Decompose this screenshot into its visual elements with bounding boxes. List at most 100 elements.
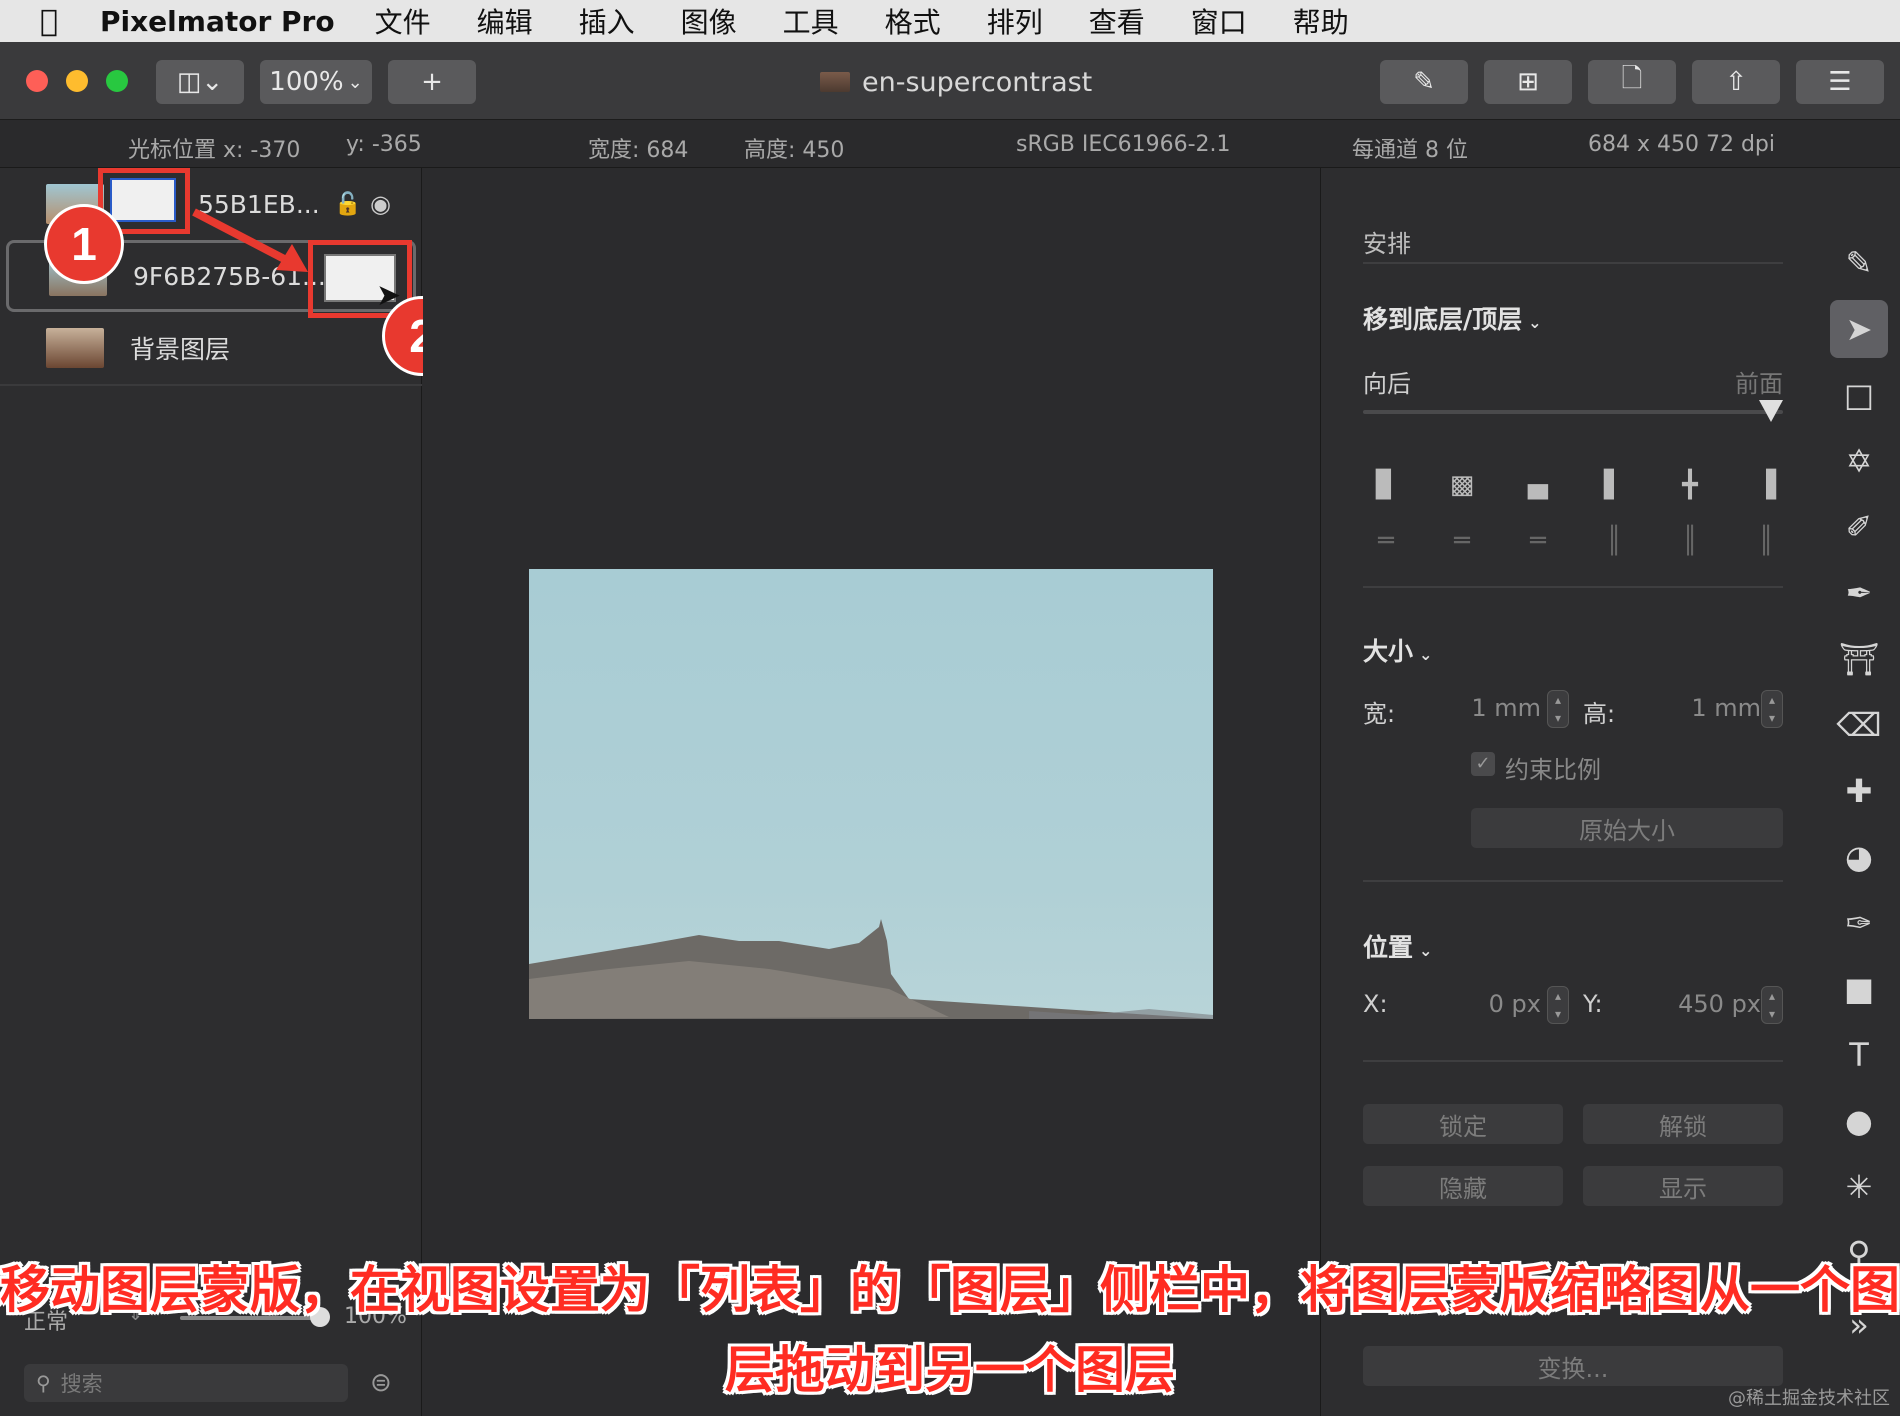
unlock-button[interactable]: 解锁 [1583,1104,1783,1144]
erase-tool[interactable]: ⌫ [1830,696,1888,754]
menu-help[interactable]: 帮助 [1293,1,1349,41]
width-stepper[interactable]: ▴ ▾ [1547,690,1569,728]
style-tool[interactable]: ✎ [1830,234,1888,292]
caption-line-1: 移动图层蒙版，在视图设置为「列表」的「图层」侧栏中，将图层蒙版缩略图从一个图 [0,1261,1900,1319]
distribute-left-icon[interactable]: ║ [1599,526,1629,556]
order-knob[interactable] [1759,400,1783,422]
y-field[interactable]: 450 px [1641,990,1761,1018]
unlock-icon[interactable]: 🔓 [334,192,361,217]
eye-icon[interactable]: ◉ [370,190,391,218]
height-field[interactable]: 1 mm [1651,694,1761,722]
arrange-tool[interactable]: ➤ [1830,300,1888,358]
paint-tool[interactable]: ✒ [1830,564,1888,622]
menu-format[interactable]: 格式 [885,1,941,41]
distribute-middle-icon[interactable]: ═ [1447,526,1477,556]
size-section-toggle[interactable]: 大小 ⌄ [1363,632,1432,668]
menu-image[interactable]: 图像 [681,1,737,41]
menu-app-name[interactable]: Pixelmator Pro [100,5,335,38]
distribute-top-icon[interactable]: ═ [1371,526,1401,556]
crop-icon: ⊞ [1517,67,1539,97]
width-readout: 宽度: 684 [588,138,689,163]
type-tool[interactable]: T [1830,1026,1888,1084]
color-adjust-tool[interactable]: ● [1830,1092,1888,1150]
plus-icon: + [421,67,443,97]
square-icon: ■ [1843,970,1875,1008]
move-to-label: 移到底层/顶层 [1363,305,1523,334]
height-stepper[interactable]: ▴ ▾ [1761,690,1783,728]
x-stepper[interactable]: ▴ ▾ [1547,986,1569,1024]
x-field[interactable]: 0 px [1441,990,1541,1018]
height-label: 高: [1583,700,1616,728]
minimize-window-button[interactable] [66,70,88,92]
hide-button[interactable]: 隐藏 [1363,1166,1563,1206]
document-thumbnail [820,72,850,92]
move-to-dropdown[interactable]: 移到底层/顶层 ⌄ [1363,300,1542,336]
adjust-button[interactable]: ☰ [1796,60,1884,104]
forward-label: 前面 [1735,370,1783,398]
layers-sidebar: 55B1EB... 🔓 ◉ 9F6B275B-61... 背景图层 ➤ 1 2 … [0,168,462,1416]
crop-button[interactable]: ⊞ [1484,60,1572,104]
position-section-toggle[interactable]: 位置 ⌄ [1363,928,1432,964]
shape-tool[interactable]: ■ [1830,960,1888,1018]
bandage-icon: ✚ [1845,772,1873,810]
menu-edit[interactable]: 编辑 [477,1,533,41]
lasso-tool[interactable]: ✡ [1830,432,1888,490]
chevron-down-icon: ⌄ [1419,941,1433,960]
mountain-graphic [529,919,1213,1019]
effects-tool[interactable]: ✳ [1830,1158,1888,1216]
align-right-icon[interactable]: ▐ [1751,470,1781,500]
align-bottom-icon[interactable]: ▄ [1523,470,1553,500]
apple-menu-icon[interactable]:  [40,4,100,39]
constrain-label: 约束比例 [1505,756,1601,784]
menu-file[interactable]: 文件 [375,1,431,41]
y-label: Y: [1583,990,1603,1018]
zoom-dropdown[interactable]: 100% ⌄ [260,60,372,104]
position-label: 位置 [1363,933,1414,962]
pointer-icon: ➤ [1845,310,1873,348]
layer-order-slider[interactable] [1363,400,1783,422]
share-button[interactable]: ⇧ [1692,60,1780,104]
menu-arrange[interactable]: 排列 [987,1,1043,41]
width-field[interactable]: 1 mm [1441,694,1541,722]
constrain-checkbox[interactable]: ✓ [1471,752,1495,776]
sidebar-icon: ◫⌄ [176,67,224,97]
distribute-bottom-icon[interactable]: ═ [1523,526,1553,556]
menu-window[interactable]: 窗口 [1191,1,1247,41]
pen-tool[interactable]: ✑ [1830,894,1888,952]
paint-tool-icon: ✎ [1845,244,1873,282]
y-stepper[interactable]: ▴ ▾ [1761,986,1783,1024]
layer-thumbnail [46,328,104,368]
distribute-center-icon[interactable]: ║ [1675,526,1705,556]
fill-tool[interactable]: ⛩ [1830,630,1888,688]
color-picker-tool[interactable]: ✐ [1830,498,1888,556]
document-button[interactable]: 🗋 [1588,60,1676,104]
distort-tool[interactable]: ◕ [1830,828,1888,886]
menu-view[interactable]: 查看 [1089,1,1145,41]
menu-tools[interactable]: 工具 [783,1,839,41]
zoom-window-button[interactable] [106,70,128,92]
align-middle-icon[interactable]: ▩ [1447,470,1477,500]
width-label: 宽: [1363,700,1396,728]
document-icon: 🗋 [1621,64,1643,94]
lock-button[interactable]: 锁定 [1363,1104,1563,1144]
distort-icon: ◕ [1845,838,1873,876]
document-title: en-supercontrast [820,64,1092,100]
align-left-icon[interactable]: ▌ [1599,470,1629,500]
distribute-right-icon[interactable]: ║ [1751,526,1781,556]
close-window-button[interactable] [26,70,48,92]
menu-insert[interactable]: 插入 [579,1,635,41]
retouch-tool[interactable]: ✚ [1830,762,1888,820]
add-button[interactable]: + [388,60,476,104]
layer-mask-thumbnail[interactable] [110,178,176,222]
align-top-icon[interactable]: ▊ [1371,470,1401,500]
align-center-icon[interactable]: ╋ [1675,470,1705,500]
sidebar-toggle-button[interactable]: ◫⌄ [156,60,244,104]
image-canvas[interactable] [529,569,1213,1019]
show-button[interactable]: 显示 [1583,1166,1783,1206]
layer-row[interactable]: 背景图层 [0,312,422,384]
original-size-button[interactable]: 原始大小 [1471,808,1783,848]
menu-bar:  Pixelmator Pro 文件 编辑 插入 图像 工具 格式 排列 查看… [0,0,1900,42]
style-tool-button[interactable]: ✎ [1380,60,1468,104]
brush-icon: ✎ [1413,67,1435,97]
selection-tool[interactable]: □ [1830,366,1888,424]
